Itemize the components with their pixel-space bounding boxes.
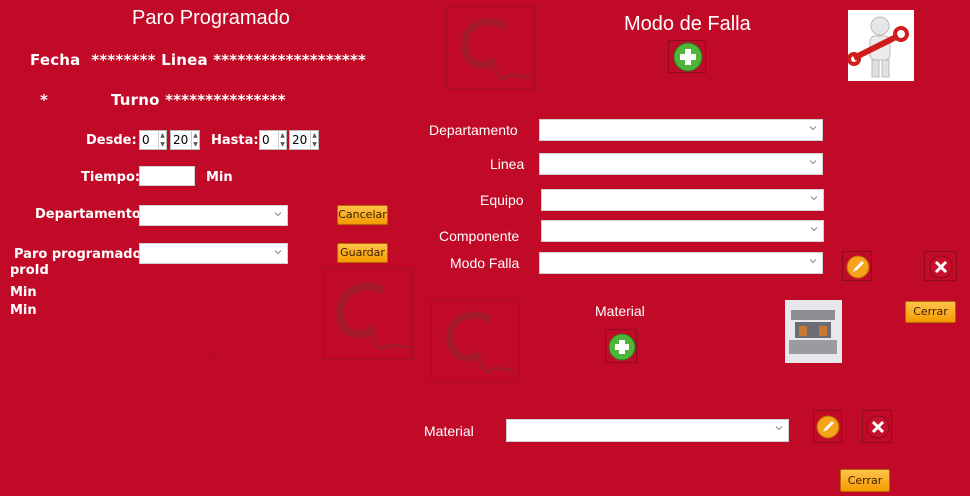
- tiempo-min-label: Min: [206, 170, 233, 185]
- hasta-minute-value: 20: [292, 133, 308, 147]
- company-logo-watermark-top: [446, 6, 535, 89]
- equipo-label: Equipo: [480, 192, 524, 208]
- chevron-down-icon: [809, 126, 817, 131]
- modo-falla-label: Modo Falla: [450, 255, 520, 271]
- desde-minute-arrows-icon[interactable]: ▲ ▼: [191, 131, 199, 149]
- material-section-title: Material: [595, 303, 645, 319]
- mold-machine-image: [785, 300, 842, 363]
- guardar-button[interactable]: Guardar: [337, 243, 388, 263]
- x-circle-icon: [866, 415, 890, 439]
- tiempo-label: Tiempo:: [81, 170, 141, 185]
- departamento-select[interactable]: [139, 205, 288, 226]
- cancelar-button[interactable]: Cancelar: [337, 205, 388, 225]
- proid-label: proId: [10, 263, 49, 278]
- material-label: Material: [424, 423, 474, 439]
- paro-programado-select[interactable]: [139, 243, 288, 264]
- company-logo-watermark-bottom: [431, 299, 520, 382]
- departamento-mf-label: Departamento: [429, 122, 518, 138]
- hasta-hour-stepper[interactable]: 0 ▲ ▼: [259, 130, 287, 150]
- plus-circle-icon: [673, 42, 703, 72]
- paro-programado-label: Paro programado:: [14, 247, 147, 262]
- pencil-icon: [846, 255, 870, 279]
- desde-minute-value: 20: [173, 133, 189, 147]
- add-material-button[interactable]: [605, 329, 637, 363]
- turno-star: *: [40, 91, 49, 109]
- chevron-down-icon: [775, 426, 783, 431]
- equipo-select[interactable]: [541, 189, 824, 211]
- pencil-icon: [816, 415, 840, 439]
- min-label-2: Min: [10, 303, 37, 318]
- linea-select[interactable]: [539, 153, 823, 175]
- dash-text: -: [209, 354, 212, 364]
- hasta-minute-arrows-icon[interactable]: ▲ ▼: [310, 131, 318, 149]
- desde-hour-value: 0: [142, 133, 150, 147]
- desde-label: Desde:: [86, 133, 137, 148]
- chevron-down-icon: [810, 196, 818, 201]
- departamento-mf-select[interactable]: [539, 119, 823, 141]
- fecha-linea-text: Fecha ******** Linea *******************: [30, 51, 367, 69]
- tiempo-input[interactable]: [139, 166, 195, 186]
- repair-man-image: [847, 10, 914, 81]
- componente-select[interactable]: [541, 220, 824, 242]
- chevron-down-icon: [274, 212, 282, 217]
- hasta-hour-arrows-icon[interactable]: ▲ ▼: [278, 131, 286, 149]
- mold-machine-icon: [789, 310, 837, 354]
- edit-modo-falla-button[interactable]: [842, 251, 872, 281]
- modo-de-falla-title: Modo de Falla: [624, 13, 751, 35]
- plus-circle-icon: [608, 333, 636, 361]
- edit-material-button[interactable]: [813, 410, 842, 443]
- paro-programado-title: Paro Programado: [132, 7, 290, 29]
- departamento-label: Departamento:: [35, 207, 147, 222]
- chevron-down-icon: [809, 160, 817, 165]
- desde-hour-arrows-icon[interactable]: ▲ ▼: [158, 131, 166, 149]
- hasta-hour-value: 0: [262, 133, 270, 147]
- linea-label: Linea: [490, 156, 525, 172]
- desde-minute-stepper[interactable]: 20 ▲ ▼: [170, 130, 200, 150]
- cerrar-material-button[interactable]: Cerrar: [840, 469, 890, 492]
- add-modo-falla-button[interactable]: [668, 40, 706, 73]
- min-label-1: Min: [10, 285, 37, 300]
- chevron-down-icon: [274, 250, 282, 255]
- componente-label: Componente: [439, 228, 520, 244]
- wrench-man-icon: [847, 16, 909, 78]
- chevron-down-icon: [809, 259, 817, 264]
- company-logo-watermark-mid: [323, 268, 413, 360]
- cerrar-modo-falla-button[interactable]: Cerrar: [905, 301, 956, 323]
- chevron-down-icon: [810, 227, 818, 232]
- modo-falla-select[interactable]: [539, 252, 823, 274]
- turno-text: Turno ***************: [111, 91, 286, 109]
- x-circle-icon: [929, 255, 953, 279]
- material-select[interactable]: [506, 419, 789, 442]
- delete-material-button[interactable]: [862, 410, 892, 443]
- hasta-minute-stepper[interactable]: 20 ▲ ▼: [289, 130, 319, 150]
- delete-modo-falla-button[interactable]: [924, 251, 957, 281]
- hasta-label: Hasta:: [211, 133, 259, 148]
- desde-hour-stepper[interactable]: 0 ▲ ▼: [139, 130, 167, 150]
